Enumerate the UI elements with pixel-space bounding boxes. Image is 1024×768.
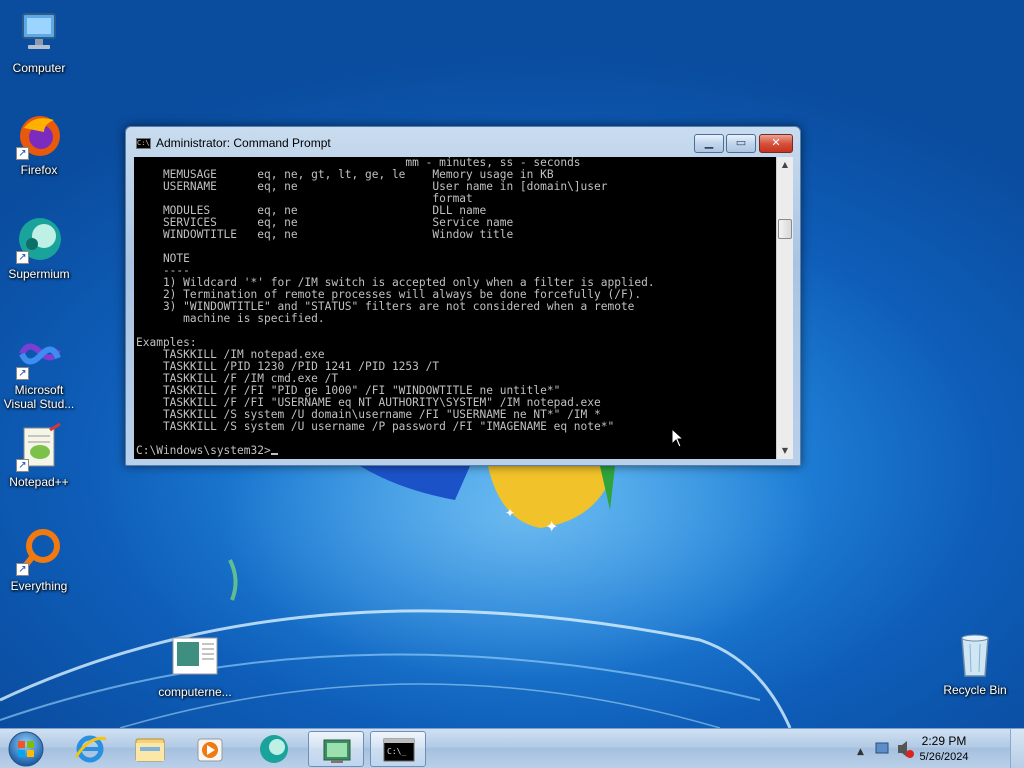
show-hidden-icons-icon: ▲ bbox=[857, 747, 864, 757]
command-prompt-icon: C:\ bbox=[136, 138, 151, 149]
console-prompt-line[interactable]: C:\Windows\system32> bbox=[136, 445, 655, 457]
mouse-pointer-icon bbox=[671, 428, 685, 448]
console-line: NOTE bbox=[136, 252, 190, 265]
internet-explorer-icon bbox=[74, 735, 107, 763]
taskbar: C:\_ ▲ 2:29 PM 5/26/2024 bbox=[0, 728, 1024, 768]
taskbar-network-monitor[interactable] bbox=[308, 731, 364, 767]
vertical-scrollbar[interactable]: ▲ ▼ bbox=[776, 157, 793, 459]
command-prompt-icon: C:\_ bbox=[383, 738, 415, 762]
desktop-icon-label: Notepad++ bbox=[9, 475, 69, 489]
desktop-icon-recycle-bin[interactable]: Recycle Bin bbox=[936, 630, 1014, 697]
scroll-thumb[interactable] bbox=[778, 219, 792, 239]
everything-search-icon: ↗ bbox=[14, 526, 64, 576]
console-area[interactable]: mm - minutes, ss - seconds MEMUSAGE eq, … bbox=[134, 157, 776, 459]
desktop-icon-label: computerne... bbox=[158, 685, 232, 699]
desktop-icon-visual-studio[interactable]: ↗ Microsoft Visual Stud... bbox=[0, 330, 78, 411]
console-line: TASKKILL /S system /U username /P passwo… bbox=[136, 420, 615, 433]
svg-text:✦: ✦ bbox=[545, 517, 558, 536]
desktop-icon-label: Recycle Bin bbox=[943, 683, 1007, 697]
shortcut-arrow-icon: ↗ bbox=[16, 459, 29, 472]
svg-text:✦: ✦ bbox=[505, 506, 515, 520]
console-prompt: C:\Windows\system32> bbox=[136, 444, 271, 457]
media-player-icon bbox=[197, 738, 223, 762]
taskbar-internet-explorer[interactable] bbox=[62, 731, 118, 767]
scroll-down-arrow-icon[interactable]: ▼ bbox=[777, 443, 793, 459]
maximize-button[interactable]: ▭ bbox=[726, 134, 756, 153]
file-explorer-icon bbox=[135, 738, 165, 762]
supermium-icon bbox=[260, 735, 288, 763]
taskbar-file-explorer[interactable] bbox=[122, 731, 178, 767]
windows-logo-icon bbox=[8, 731, 44, 767]
network-monitor-icon bbox=[323, 739, 351, 763]
notepad-plus-plus-icon: ↗ bbox=[14, 422, 64, 472]
taskbar-media-player[interactable] bbox=[182, 731, 238, 767]
desktop-icon-computer[interactable]: Computer bbox=[0, 8, 78, 75]
firefox-icon: ↗ bbox=[14, 110, 64, 160]
close-button[interactable]: ✕ bbox=[759, 134, 793, 153]
network-icon bbox=[875, 742, 889, 754]
desktop-icon-everything[interactable]: ↗ Everything bbox=[0, 526, 78, 593]
shortcut-arrow-icon: ↗ bbox=[16, 367, 29, 380]
clock-date[interactable]: 5/26/2024 bbox=[904, 751, 984, 763]
visual-studio-icon: ↗ bbox=[14, 330, 64, 380]
system-tray: ▲ 2:29 PM 5/26/2024 bbox=[854, 729, 1024, 768]
desktop-icon-label: Firefox bbox=[20, 163, 58, 177]
console-line: machine is specified. bbox=[136, 312, 325, 325]
text-cursor bbox=[270, 453, 278, 455]
desktop-icon-notepad-plus-plus[interactable]: ↗ Notepad++ bbox=[0, 422, 78, 489]
desktop-icon-label: Supermium bbox=[8, 267, 70, 281]
window-title: Administrator: Command Prompt bbox=[156, 136, 331, 150]
shortcut-arrow-icon: ↗ bbox=[16, 563, 29, 576]
taskbar-supermium[interactable] bbox=[246, 731, 302, 767]
start-button[interactable] bbox=[4, 730, 48, 768]
shortcut-arrow-icon: ↗ bbox=[16, 147, 29, 160]
desktop-icon-file[interactable]: computerne... bbox=[156, 632, 234, 699]
document-icon bbox=[170, 632, 220, 682]
desktop-icon-label: Computer bbox=[12, 61, 66, 75]
title-bar[interactable]: C:\ Administrator: Command Prompt ▁ ▭ ✕ bbox=[126, 127, 800, 157]
computer-icon bbox=[14, 8, 64, 58]
desktop-icon-label: Microsoft Visual Stud... bbox=[3, 383, 75, 411]
command-prompt-window[interactable]: C:\ Administrator: Command Prompt ▁ ▭ ✕ … bbox=[125, 126, 801, 466]
supermium-icon: ↗ bbox=[14, 214, 64, 264]
desktop-icon-firefox[interactable]: ↗ Firefox bbox=[0, 110, 78, 177]
clock-time[interactable]: 2:29 PM bbox=[904, 734, 984, 748]
desktop-icon-label: Everything bbox=[10, 579, 68, 593]
minimize-button[interactable]: ▁ bbox=[694, 134, 724, 153]
taskbar-command-prompt[interactable]: C:\_ bbox=[370, 731, 426, 767]
desktop-icon-supermium[interactable]: ↗ Supermium bbox=[0, 214, 78, 281]
show-desktop-button[interactable] bbox=[1010, 729, 1024, 768]
console-line: WINDOWTITLE eq, ne Window title bbox=[136, 228, 514, 241]
console-output: mm - minutes, ss - seconds MEMUSAGE eq, … bbox=[136, 157, 655, 457]
shortcut-arrow-icon: ↗ bbox=[16, 251, 29, 264]
recycle-bin-icon bbox=[950, 630, 1000, 680]
desktop: ✦ ✦ Computer ↗ Firefox ↗ Supermium ↗ Mic… bbox=[0, 0, 1024, 728]
scroll-up-arrow-icon[interactable]: ▲ bbox=[777, 157, 793, 173]
svg-text:C:\_: C:\_ bbox=[387, 747, 406, 756]
